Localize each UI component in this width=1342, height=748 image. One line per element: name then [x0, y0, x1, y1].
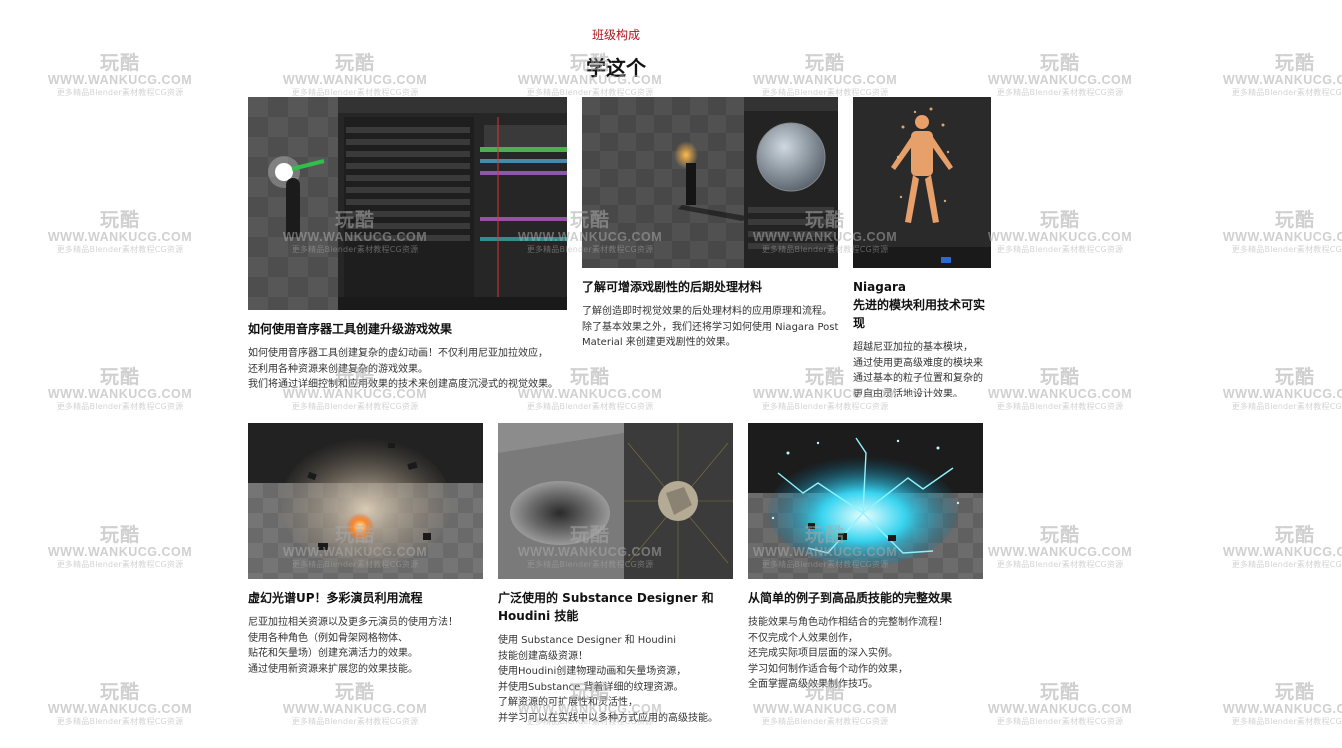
watermark-subtitle: 更多精品Blender素材教程CG资源 [1231, 560, 1342, 569]
course-card-niagara[interactable]: Niagara 先进的模块利用技术可实现 超越尼亚加拉的基本模块， 通过使用更高… [853, 97, 992, 397]
watermark: 玩酷WWW.WANKUCG.COM更多精品Blender素材教程CG资源 [985, 367, 1135, 412]
watermark-subtitle: 更多精品Blender素材教程CG资源 [1231, 717, 1342, 726]
watermark-url: WWW.WANKUCG.COM [987, 387, 1133, 401]
watermark-subtitle: 更多精品Blender素材教程CG资源 [291, 717, 419, 726]
watermark-subtitle: 更多精品Blender素材教程CG资源 [56, 402, 184, 411]
course-card-post-process[interactable]: 了解可增添戏剧性的后期处理材料 了解创造即时视觉效果的后处理材料的应用原理和流程… [582, 97, 844, 351]
watermark-url: WWW.WANKUCG.COM [1222, 545, 1342, 559]
course-card-actors[interactable]: 虚幻光谱UP！多彩演员利用流程 尼亚加拉相关资源以及更多元演员的使用方法！ 使用… [248, 423, 488, 677]
watermark-logo: 玩酷 [1274, 52, 1315, 74]
watermark: 玩酷WWW.WANKUCG.COM更多精品Blender素材教程CG资源 [45, 682, 195, 727]
watermark-subtitle: 更多精品Blender素材教程CG资源 [1231, 245, 1342, 254]
watermark-logo: 玩酷 [1274, 524, 1315, 546]
niagara-particles-thumbnail [853, 97, 991, 268]
watermark-subtitle: 更多精品Blender素材教程CG资源 [56, 717, 184, 726]
section-title: 学这个 [586, 56, 646, 80]
card-title-skill-effects: 从简单的例子到高品质技能的完整效果 [748, 591, 953, 605]
post-process-thumbnail [582, 97, 838, 268]
watermark-subtitle: 更多精品Blender素材教程CG资源 [761, 402, 889, 411]
watermark-subtitle: 更多精品Blender素材教程CG资源 [996, 402, 1124, 411]
watermark: 玩酷WWW.WANKUCG.COM更多精品Blender素材教程CG资源 [985, 210, 1135, 255]
watermark-logo: 玩酷 [99, 366, 140, 388]
watermark-url: WWW.WANKUCG.COM [47, 230, 193, 244]
watermark: 玩酷WWW.WANKUCG.COM更多精品Blender素材教程CG资源 [45, 210, 195, 255]
card-title-actors: 虚幻光谱UP！多彩演员利用流程 [248, 591, 423, 605]
watermark-logo: 玩酷 [99, 681, 140, 703]
watermark-url: WWW.WANKUCG.COM [1222, 702, 1342, 716]
watermark-logo: 玩酷 [1039, 681, 1080, 703]
card-title-sequencer: 如何使用音序器工具创建升级游戏效果 [248, 322, 453, 336]
card-desc-sequencer: 如何使用音序器工具创建复杂的虚幻动画！不仅利用尼亚加拉效应， 还利用各种资源来创… [248, 348, 558, 390]
watermark-logo: 玩酷 [1274, 681, 1315, 703]
watermark: 玩酷WWW.WANKUCG.COM更多精品Blender素材教程CG资源 [985, 682, 1135, 727]
watermark-subtitle: 更多精品Blender素材教程CG资源 [526, 402, 654, 411]
watermark-subtitle: 更多精品Blender素材教程CG资源 [56, 560, 184, 569]
watermark-subtitle: 更多精品Blender素材教程CG资源 [996, 88, 1124, 97]
watermark: 玩酷WWW.WANKUCG.COM更多精品Blender素材教程CG资源 [280, 682, 430, 727]
watermark: 玩酷WWW.WANKUCG.COM更多精品Blender素材教程CG资源 [1220, 525, 1342, 570]
watermark-subtitle: 更多精品Blender素材教程CG资源 [1231, 402, 1342, 411]
watermark-subtitle: 更多精品Blender素材教程CG资源 [291, 402, 419, 411]
watermark-url: WWW.WANKUCG.COM [1222, 387, 1342, 401]
watermark-url: WWW.WANKUCG.COM [1222, 230, 1342, 244]
watermark: 玩酷WWW.WANKUCG.COM更多精品Blender素材教程CG资源 [1220, 367, 1342, 412]
card-desc-niagara: 超越尼亚加拉的基本模块， 通过使用更高级难度的模块来 通过基本的粒子位置和复杂的… [853, 342, 983, 397]
watermark-logo: 玩酷 [99, 209, 140, 231]
sequencer-editor-thumbnail [248, 97, 567, 310]
watermark: 玩酷WWW.WANKUCG.COM更多精品Blender素材教程CG资源 [985, 525, 1135, 570]
watermark-subtitle: 更多精品Blender素材教程CG资源 [761, 717, 889, 726]
watermark: 玩酷WWW.WANKUCG.COM更多精品Blender素材教程CG资源 [45, 367, 195, 412]
watermark-logo: 玩酷 [1274, 209, 1315, 231]
watermark-subtitle: 更多精品Blender素材教程CG资源 [996, 245, 1124, 254]
card-desc-skill-effects: 技能效果与角色动作相结合的完整制作流程！ 不仅完成个人效果创作， 还完成实际项目… [748, 617, 948, 690]
watermark-logo: 玩酷 [99, 524, 140, 546]
watermark-subtitle: 更多精品Blender素材教程CG资源 [1231, 88, 1342, 97]
watermark-logo: 玩酷 [1039, 524, 1080, 546]
explosion-thumbnail [248, 423, 483, 579]
watermark-url: WWW.WANKUCG.COM [282, 702, 428, 716]
card-desc-actors: 尼亚加拉相关资源以及更多元演员的使用方法！ 使用各种角色（例如骨架网格物体、 贴… [248, 617, 458, 675]
watermark-subtitle: 更多精品Blender素材教程CG资源 [996, 717, 1124, 726]
watermark-subtitle: 更多精品Blender素材教程CG资源 [56, 245, 184, 254]
watermark-subtitle: 更多精品Blender素材教程CG资源 [56, 88, 184, 97]
skill-effect-thumbnail [748, 423, 983, 579]
card-desc-substance-houdini: 使用 Substance Designer 和 Houdini 技能创建高级资源… [498, 635, 718, 724]
course-card-skill-effects[interactable]: 从简单的例子到高品质技能的完整效果 技能效果与角色动作相结合的完整制作流程！ 不… [748, 423, 988, 693]
section-tag: 班级构成 [591, 28, 640, 42]
watermark-url: WWW.WANKUCG.COM [752, 702, 898, 716]
watermark-logo: 玩酷 [334, 681, 375, 703]
watermark-url: WWW.WANKUCG.COM [47, 702, 193, 716]
watermark-logo: 玩酷 [1039, 366, 1080, 388]
card-title-post-process: 了解可增添戏剧性的后期处理材料 [582, 280, 763, 294]
watermark-url: WWW.WANKUCG.COM [987, 702, 1133, 716]
watermark-logo: 玩酷 [1274, 366, 1315, 388]
watermark-logo: 玩酷 [1039, 209, 1080, 231]
course-card-substance-houdini[interactable]: 广泛使用的 Substance Designer 和 Houdini 技能 使用… [498, 423, 738, 726]
watermark-url: WWW.WANKUCG.COM [987, 545, 1133, 559]
watermark-url: WWW.WANKUCG.COM [1222, 73, 1342, 87]
watermark-subtitle: 更多精品Blender素材教程CG资源 [996, 560, 1124, 569]
card-title-niagara: Niagara 先进的模块利用技术可实现 [853, 280, 986, 330]
card-title-substance-houdini: 广泛使用的 Substance Designer 和 Houdini 技能 [498, 591, 714, 623]
card-desc-post-process: 了解创造即时视觉效果的后处理材料的应用原理和流程。 除了基本效果之外，我们还将学… [582, 306, 839, 348]
watermark-url: WWW.WANKUCG.COM [47, 545, 193, 559]
watermark: 玩酷WWW.WANKUCG.COM更多精品Blender素材教程CG资源 [45, 525, 195, 570]
watermark: 玩酷WWW.WANKUCG.COM更多精品Blender素材教程CG资源 [1220, 682, 1342, 727]
watermark: 玩酷WWW.WANKUCG.COM更多精品Blender素材教程CG资源 [1220, 210, 1342, 255]
watermark: 玩酷WWW.WANKUCG.COM更多精品Blender素材教程CG资源 [1220, 53, 1342, 98]
course-card-sequencer[interactable]: 如何使用音序器工具创建升级游戏效果 如何使用音序器工具创建复杂的虚幻动画！不仅利… [248, 97, 578, 393]
watermark-url: WWW.WANKUCG.COM [987, 230, 1133, 244]
watermark-url: WWW.WANKUCG.COM [47, 387, 193, 401]
substance-houdini-thumbnail [498, 423, 733, 579]
